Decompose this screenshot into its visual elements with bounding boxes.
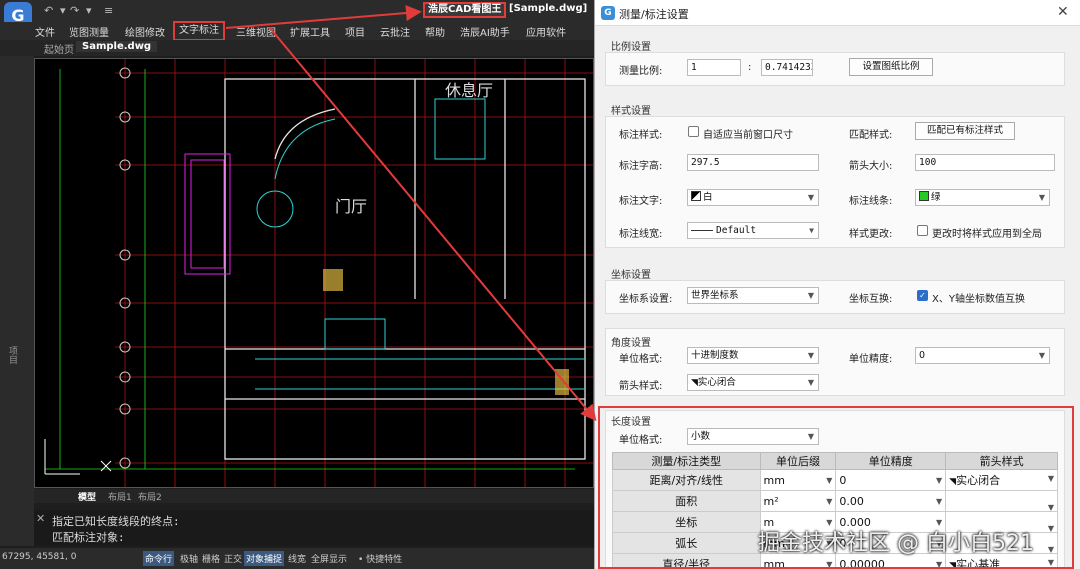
screen: G ↶ ▾ ↷ ▾ ≡ 浩辰CAD看图王 [Sample.dwg] 文件 览图测…	[0, 0, 1080, 569]
arrow-to-title	[225, 5, 422, 29]
arrow-to-length-settings	[269, 27, 597, 422]
annotation-arrows	[225, 5, 597, 422]
watermark: 掘金技术社区 @ 白小白521	[758, 531, 1034, 556]
